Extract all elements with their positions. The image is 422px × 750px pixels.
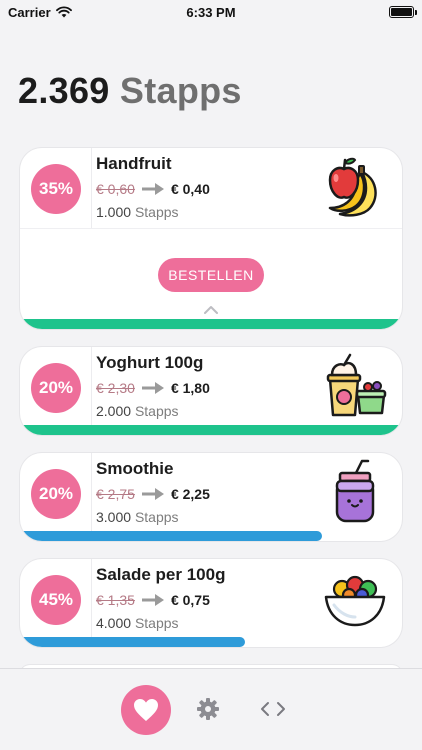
product-card-expanded: BESTELLEN <box>20 228 402 328</box>
old-price: € 1,35 <box>96 592 135 608</box>
discount-badge: 45% <box>31 575 81 625</box>
new-price: € 0,75 <box>170 592 210 608</box>
price-row: € 0,60 € 0,40 <box>96 181 210 197</box>
arrow-right-icon <box>141 382 164 394</box>
stapps-cost: 4.000 Stapps <box>96 615 179 631</box>
stapps-balance-unit: Stapps <box>119 70 242 111</box>
tab-favorites[interactable] <box>121 685 171 735</box>
heart-icon <box>134 699 158 721</box>
stapps-balance-value: 2.369 <box>18 70 110 111</box>
product-name: Handfruit <box>96 154 172 173</box>
stapps-cost: 3.000 Stapps <box>96 509 179 525</box>
product-card-header[interactable]: 20% Smoothie € 2,75 € 2,25 3.000 Stapps <box>20 453 402 533</box>
battery-icon <box>389 6 417 18</box>
price-row: € 2,30 € 1,80 <box>96 380 210 396</box>
product-name: Salade per 100g <box>96 565 226 584</box>
discount-badge: 20% <box>31 363 81 413</box>
status-bar: Carrier 6:33 PM <box>0 0 422 24</box>
product-card-header[interactable]: 20% Yoghurt 100g € 2,30 € 1,80 2.000 Sta… <box>20 347 402 427</box>
fruit-icon <box>328 157 377 217</box>
stapps-unit: Stapps <box>134 403 179 419</box>
progress-fill <box>20 425 402 435</box>
product-card-header[interactable]: 45% Salade per 100g € 1,35 € 0,75 4.000 … <box>20 559 402 639</box>
code-icon[interactable] <box>260 699 286 719</box>
product-card[interactable]: 35% Handfruit € 0,60 € 0,40 1.000 Stapps… <box>20 148 402 329</box>
stapps-amount: 3.000 <box>96 509 132 525</box>
stapps-amount: 1.000 <box>96 204 132 220</box>
product-name: Smoothie <box>96 459 174 478</box>
stapps-unit: Stapps <box>134 615 179 631</box>
progress-bar <box>20 637 402 647</box>
new-price: € 2,25 <box>170 486 210 502</box>
progress-fill <box>20 319 402 329</box>
progress-fill <box>20 531 322 541</box>
divider <box>91 559 92 639</box>
stapps-unit: Stapps <box>134 204 179 220</box>
divider <box>91 148 92 228</box>
product-card[interactable]: 20% Smoothie € 2,75 € 2,25 3.000 Stapps <box>20 453 402 541</box>
salad-icon <box>324 575 386 627</box>
status-left: Carrier <box>8 5 72 20</box>
gear-icon[interactable] <box>196 697 220 721</box>
product-card-header[interactable]: 35% Handfruit € 0,60 € 0,40 1.000 Stapps <box>20 148 402 228</box>
progress-bar <box>20 425 402 435</box>
divider <box>91 453 92 533</box>
old-price: € 2,75 <box>96 486 135 502</box>
arrow-right-icon <box>141 594 164 606</box>
old-price: € 0,60 <box>96 181 135 197</box>
stapps-balance: 2.369 Stapps <box>18 70 242 112</box>
smoothie-icon <box>335 459 375 523</box>
price-row: € 2,75 € 2,25 <box>96 486 210 502</box>
new-price: € 1,80 <box>170 380 210 396</box>
divider <box>91 347 92 427</box>
discount-badge: 20% <box>31 469 81 519</box>
price-row: € 1,35 € 0,75 <box>96 592 210 608</box>
stapps-cost: 1.000 Stapps <box>96 204 179 220</box>
chevron-up-icon[interactable] <box>204 305 218 315</box>
progress-bar <box>20 531 402 541</box>
yoghurt-icon <box>326 353 387 417</box>
new-price: € 0,40 <box>170 181 210 197</box>
carrier-label: Carrier <box>8 4 51 20</box>
progress-bar <box>20 319 402 329</box>
product-card[interactable]: 45% Salade per 100g € 1,35 € 0,75 4.000 … <box>20 559 402 647</box>
product-card[interactable]: 20% Yoghurt 100g € 2,30 € 1,80 2.000 Sta… <box>20 347 402 435</box>
arrow-right-icon <box>141 488 164 500</box>
stapps-unit: Stapps <box>134 509 179 525</box>
product-name: Yoghurt 100g <box>96 353 204 372</box>
tab-bar <box>0 668 422 750</box>
old-price: € 2,30 <box>96 380 135 396</box>
arrow-right-icon <box>141 183 164 195</box>
progress-fill <box>20 637 246 647</box>
stapps-amount: 4.000 <box>96 615 132 631</box>
wifi-icon <box>55 6 72 18</box>
discount-badge: 35% <box>31 164 81 214</box>
order-button[interactable]: BESTELLEN <box>158 258 264 292</box>
stapps-amount: 2.000 <box>96 403 132 419</box>
stapps-cost: 2.000 Stapps <box>96 403 179 419</box>
